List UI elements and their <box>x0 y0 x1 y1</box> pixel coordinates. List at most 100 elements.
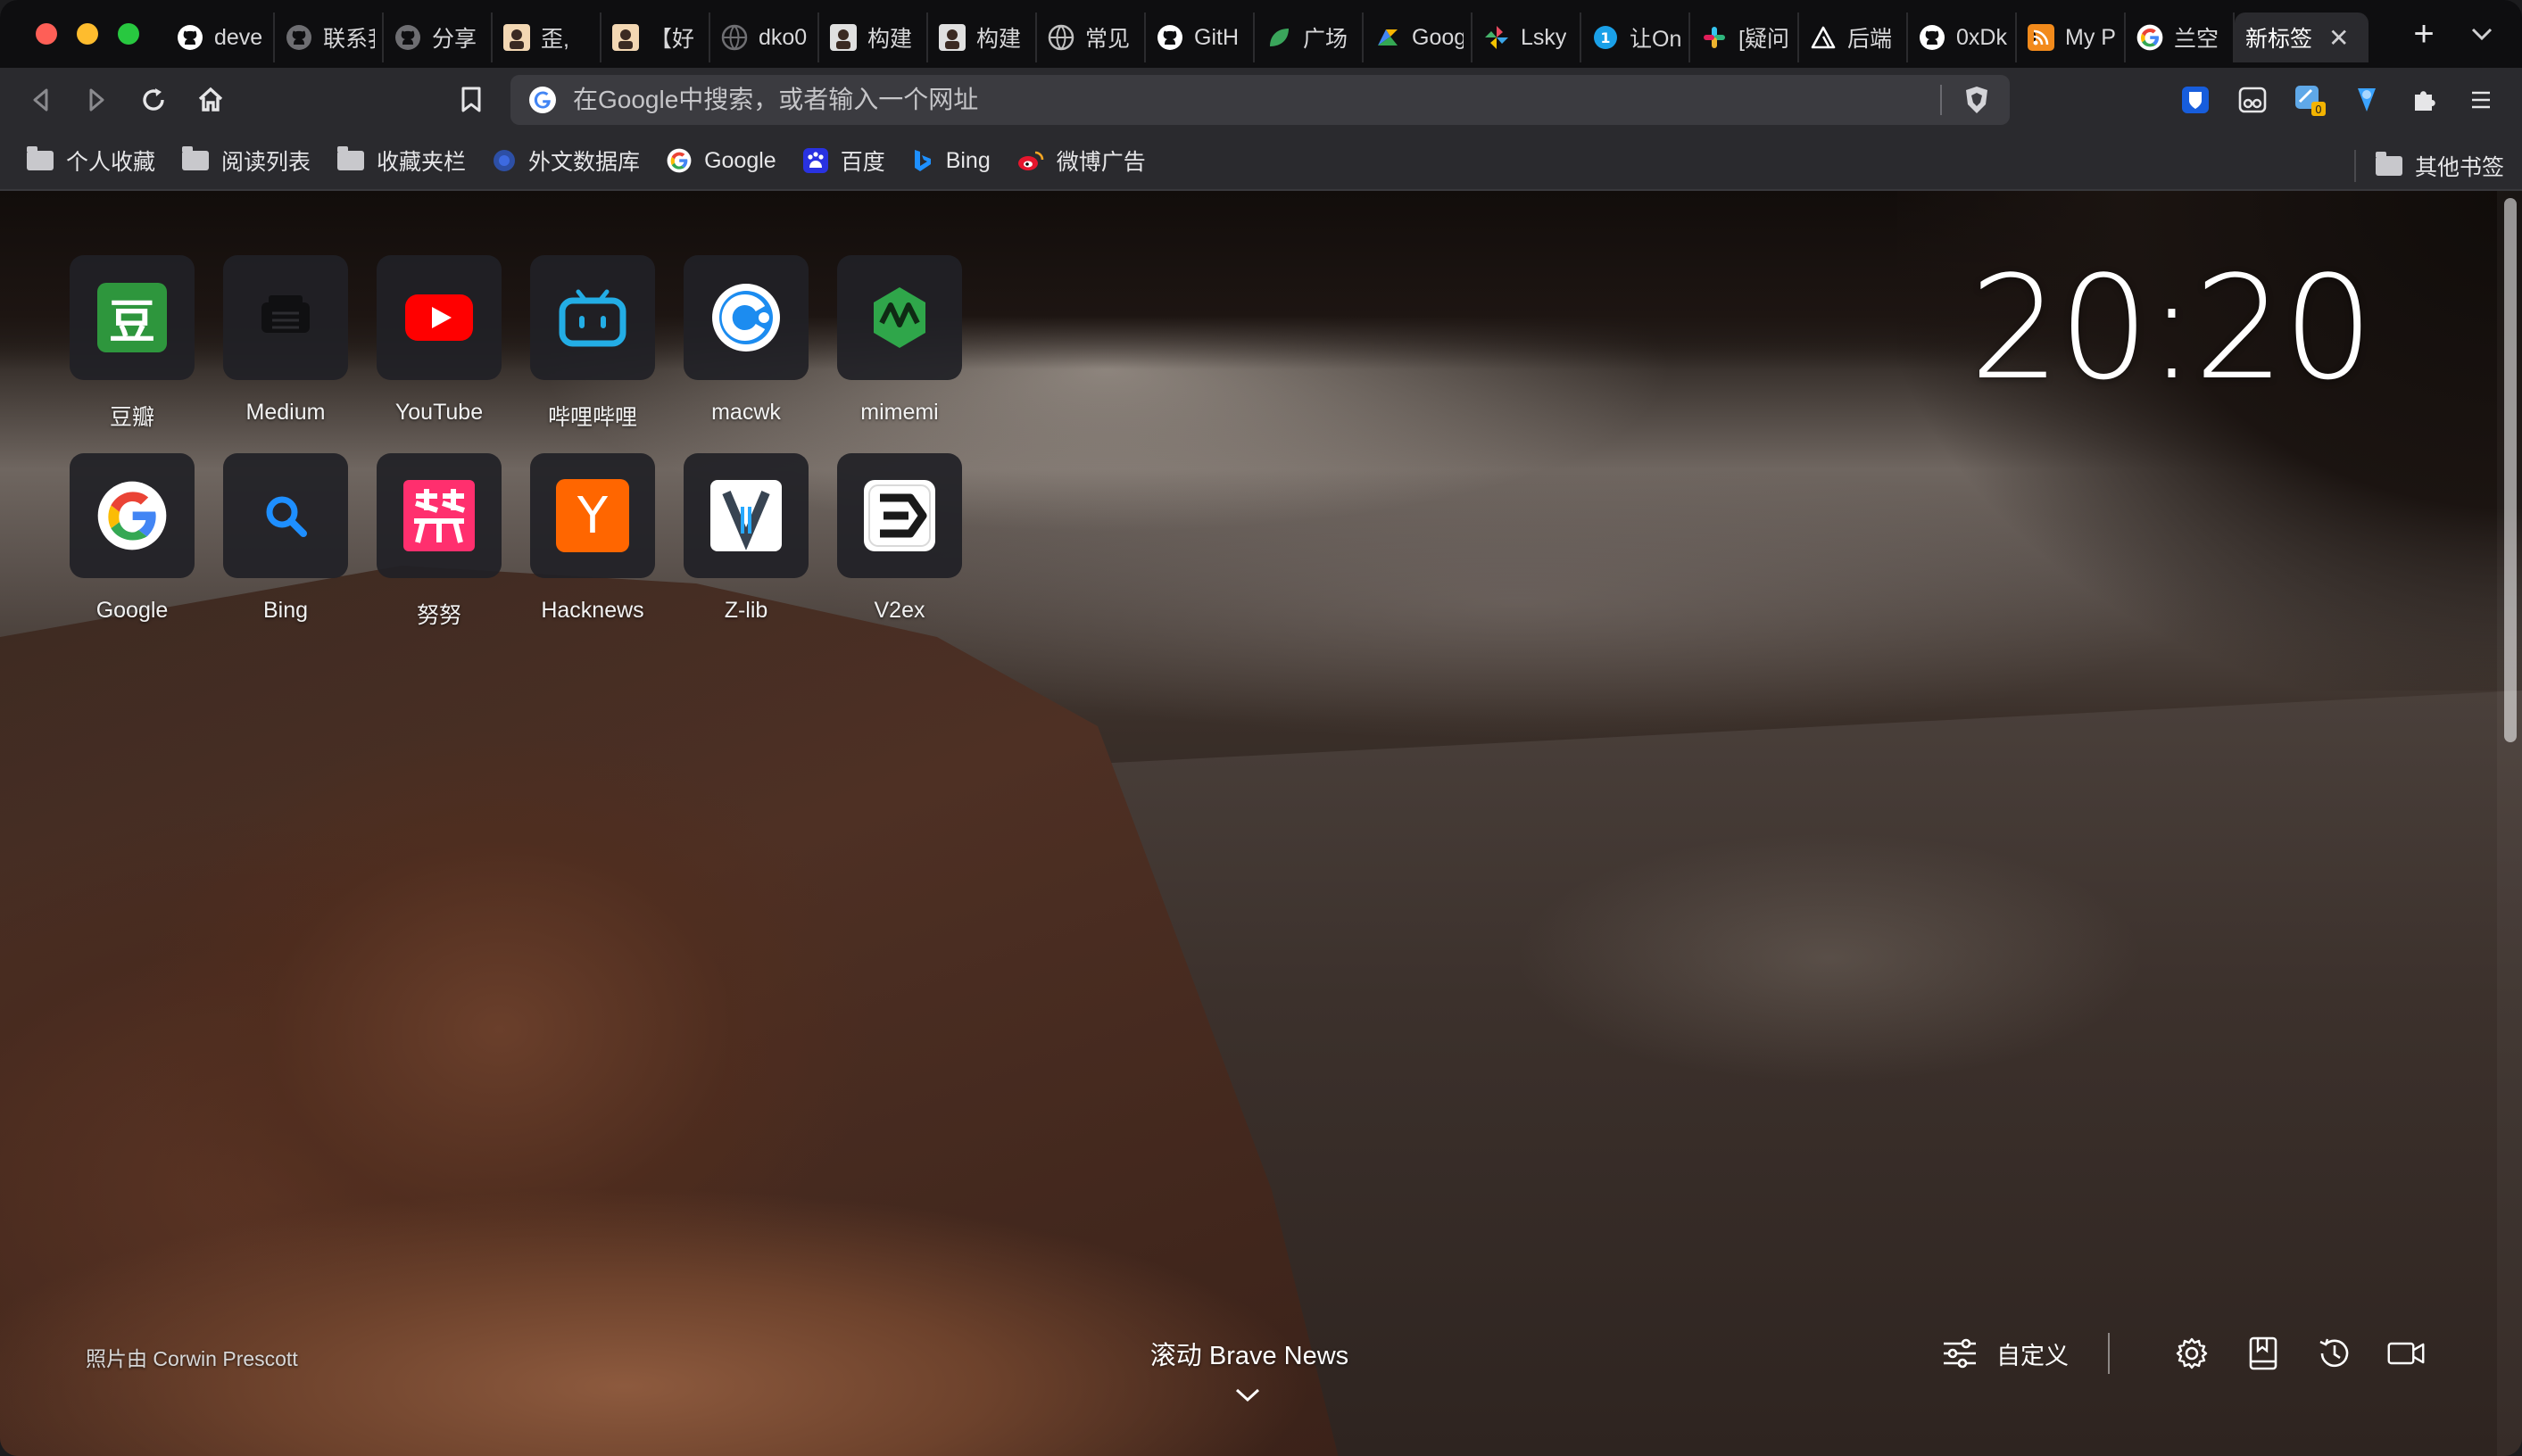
top-site-tile[interactable]: mimemi <box>837 255 962 426</box>
forward-button[interactable] <box>77 80 116 120</box>
tab[interactable]: Goog <box>1364 12 1473 62</box>
menu-hamburger-icon[interactable] <box>2463 82 2499 118</box>
bitwarden-extension-icon[interactable] <box>2178 82 2213 118</box>
tab[interactable]: 0xDk <box>1908 12 2017 62</box>
pin-extension-icon[interactable] <box>2349 82 2385 118</box>
bookmark-item[interactable]: 阅读列表 <box>182 145 311 177</box>
home-button[interactable] <box>191 80 230 120</box>
bookmark-item[interactable]: 微博广告 <box>1017 145 1146 177</box>
tab[interactable]: Lsky <box>1473 12 1581 62</box>
top-site-tile[interactable]: Bing <box>223 453 348 624</box>
tab[interactable]: [疑问 <box>1690 12 1799 62</box>
chevron-down-icon[interactable] <box>1230 1385 1265 1406</box>
tab-label: 新标签 <box>2245 27 2313 52</box>
other-bookmarks-folder[interactable]: 其他书签 <box>2353 150 2504 182</box>
top-site-tile[interactable]: Medium <box>223 255 348 426</box>
toolbar: 0 <box>0 68 2522 132</box>
address-bar[interactable] <box>510 75 2010 125</box>
tab[interactable]: 分享 <box>384 12 493 62</box>
tab-search-chevron-icon[interactable] <box>2470 20 2493 47</box>
tab[interactable]: 【好 <box>601 12 710 62</box>
photo-credit[interactable]: 照片由 Corwin Prescott <box>86 1342 298 1372</box>
bookmark-label: 个人收藏 <box>66 150 156 175</box>
extensions-puzzle-icon[interactable] <box>2406 82 2442 118</box>
tab[interactable]: 广场 <box>1255 12 1364 62</box>
tab-label: dko0 <box>759 24 808 50</box>
top-site-name: Hacknews <box>541 598 644 623</box>
bookmark-item[interactable]: 个人收藏 <box>27 145 155 177</box>
tab[interactable]: 歪, <box>493 12 601 62</box>
customize-button[interactable]: 自定义 <box>1941 1336 2069 1371</box>
google-docs-icon <box>1374 24 1401 51</box>
globe-icon <box>1048 24 1074 51</box>
tab[interactable]: dko0 <box>710 12 819 62</box>
zoom-window-button[interactable] <box>118 23 139 45</box>
tab-label: 0xDk <box>1956 24 2007 50</box>
tab[interactable]: 构建 <box>819 12 928 62</box>
top-site-tile[interactable]: Z-lib <box>684 453 809 624</box>
tab[interactable]: 1 让On <box>1581 12 1690 62</box>
back-button[interactable] <box>21 80 61 120</box>
tab[interactable]: 后端 <box>1799 12 1908 62</box>
bing-icon <box>912 148 933 173</box>
top-site-tile[interactable]: macwk <box>684 255 809 426</box>
top-site-name: Z-lib <box>724 598 768 623</box>
scrollbar-thumb[interactable] <box>2504 198 2517 742</box>
tab-label: [疑问 <box>1738 27 1789 52</box>
history-button[interactable] <box>2315 1334 2354 1373</box>
bookmark-page-button[interactable] <box>452 80 491 120</box>
tab-label: 让On <box>1630 27 1681 52</box>
bookmark-item[interactable]: Bing <box>912 148 991 174</box>
brave-talk-button[interactable] <box>2386 1334 2426 1373</box>
tab[interactable]: deve <box>166 12 275 62</box>
close-tab-icon[interactable]: ✕ <box>2328 23 2349 53</box>
brave-news-button[interactable]: 滚动 Brave News <box>1124 1335 1374 1372</box>
forward-icon <box>89 88 104 112</box>
browser-window: deve 联系我 分享 歪, 【好 dko0 构建 构建 常见 GitH 广场 Goog Lsky 1 让O… <box>0 0 2522 1456</box>
bookmark-label: Google <box>704 147 776 173</box>
close-window-button[interactable] <box>36 23 57 45</box>
bookmark-item[interactable]: 百度 <box>802 145 885 177</box>
minimize-window-button[interactable] <box>77 23 98 45</box>
reader-extension-icon[interactable] <box>2235 82 2270 118</box>
brave-shields-icon[interactable] <box>1962 85 1992 115</box>
top-site-name: 努努 <box>416 603 461 628</box>
tab[interactable]: 常见 <box>1037 12 1146 62</box>
tab[interactable]: My P <box>2017 12 2126 62</box>
bookmark-label: 收藏夹栏 <box>377 150 467 175</box>
tab[interactable]: 构建 <box>928 12 1037 62</box>
top-site-tile[interactable]: V2ex <box>837 453 962 624</box>
tab[interactable]: 联系我 <box>275 12 384 62</box>
new-tab-button[interactable]: + <box>2406 14 2442 54</box>
reload-button[interactable] <box>134 80 173 120</box>
hackernews-icon: Y <box>530 453 655 578</box>
bookmark-item[interactable]: 收藏夹栏 <box>337 145 466 177</box>
search-icon <box>223 453 348 578</box>
top-site-tile[interactable]: Google <box>70 453 195 624</box>
bookmark-item[interactable]: Google <box>667 148 776 174</box>
tab[interactable]: GitH <box>1146 12 1255 62</box>
top-site-tile[interactable]: 努努 <box>377 453 502 630</box>
folder-icon <box>2375 152 2402 176</box>
douban-icon: 豆 <box>70 255 195 380</box>
top-site-name: Bing <box>262 598 309 623</box>
triangle-icon <box>1810 24 1837 51</box>
proxy-extension-icon[interactable]: 0 <box>2292 82 2327 118</box>
top-site-name: 哔哩哔哩 <box>547 405 637 430</box>
tab-label: GitH <box>1194 24 1239 50</box>
svg-text:1: 1 <box>1600 29 1610 46</box>
tab[interactable]: 兰空 <box>2126 12 2235 62</box>
address-input[interactable] <box>571 85 1940 115</box>
top-site-tile[interactable]: 豆豆瓣 <box>70 255 195 432</box>
bookmarks-button[interactable] <box>2244 1334 2283 1373</box>
settings-button[interactable] <box>2172 1334 2211 1373</box>
top-site-tile[interactable]: Y Hacknews <box>530 453 655 624</box>
tab-active[interactable]: 新标签 ✕ <box>2235 12 2369 62</box>
top-site-tile[interactable]: YouTube <box>377 255 502 426</box>
tab-label: Goog <box>1412 24 1464 50</box>
avatar-icon <box>503 24 530 51</box>
top-site-tile[interactable]: 哔哩哔哩 <box>530 255 655 432</box>
home-icon <box>198 87 223 112</box>
tab-list: deve 联系我 分享 歪, 【好 dko0 构建 构建 常见 GitH 广场 Goog Lsky 1 让O… <box>166 0 2369 68</box>
bookmark-item[interactable]: 外文数据库 <box>493 145 640 177</box>
